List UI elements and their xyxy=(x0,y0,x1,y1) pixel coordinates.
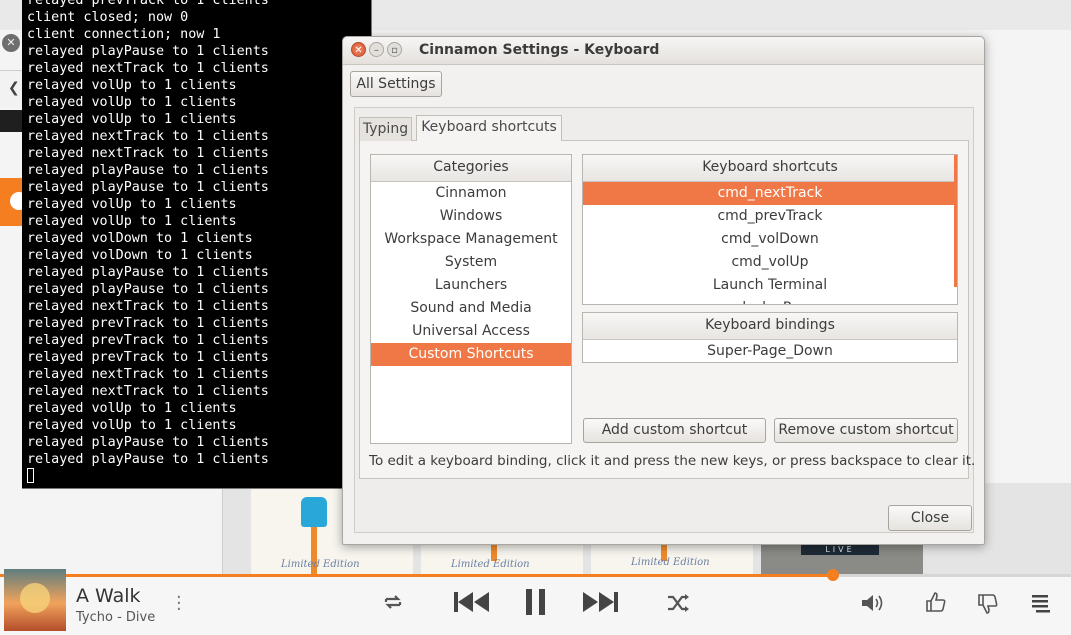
tab-typing[interactable]: Typing xyxy=(359,117,412,141)
terminal-line: relayed nextTrack to 1 clients xyxy=(27,61,269,76)
terminal-line: relayed volUp to 1 clients xyxy=(27,197,237,212)
terminal-line: relayed playPause to 1 clients xyxy=(27,265,269,280)
title-bar[interactable]: ✕ – ▫ Cinnamon Settings - Keyboard xyxy=(343,37,984,65)
track-artist[interactable]: Tycho - Dive xyxy=(76,610,155,625)
category-item[interactable]: Cinnamon xyxy=(371,182,571,205)
terminal-line: relayed volUp to 1 clients xyxy=(27,214,237,229)
terminal-line: relayed nextTrack to 1 clients xyxy=(27,299,269,314)
terminal-line: relayed volUp to 1 clients xyxy=(27,112,237,127)
shortcut-item[interactable]: Launch Terminal xyxy=(583,274,957,297)
bindings-header: Keyboard bindings xyxy=(583,313,957,340)
terminal-line: relayed nextTrack to 1 clients xyxy=(27,384,269,399)
terminal-line: relayed volUp to 1 clients xyxy=(27,95,237,110)
progress-fill xyxy=(0,574,834,577)
add-custom-shortcut-button[interactable]: Add custom shortcut xyxy=(583,418,766,443)
terminal-line: relayed prevTrack to 1 clients xyxy=(27,350,269,365)
category-item[interactable]: System xyxy=(371,251,571,274)
album-badge: LIVE xyxy=(801,545,879,555)
thumbs-up-icon[interactable] xyxy=(924,590,948,614)
terminal-line: relayed prevTrack to 1 clients xyxy=(27,316,269,331)
keyboard-settings-dialog: ✕ – ▫ Cinnamon Settings - Keyboard All S… xyxy=(342,36,985,545)
shortcuts-list: Keyboard shortcuts cmd_nextTrack cmd_prev… xyxy=(582,154,958,305)
terminal-line: relayed volDown to 1 clients xyxy=(27,248,253,263)
category-item[interactable]: Workspace Management xyxy=(371,228,571,251)
shuffle-icon[interactable] xyxy=(666,592,690,614)
shortcut-item[interactable]: cmd_nextTrack xyxy=(583,182,957,205)
queue-icon[interactable] xyxy=(1030,592,1052,614)
terminal-line: relayed prevTrack to 1 clients xyxy=(27,0,269,8)
album-script-text: Limited Edition xyxy=(631,557,710,568)
terminal-line: relayed playPause to 1 clients xyxy=(27,180,269,195)
terminal-line: relayed nextTrack to 1 clients xyxy=(27,129,269,144)
terminal-line: relayed playPause to 1 clients xyxy=(27,435,269,450)
category-item[interactable]: Sound and Media xyxy=(371,297,571,320)
app-logo-tile xyxy=(0,178,28,226)
terminal-line: relayed nextTrack to 1 clients xyxy=(27,146,269,161)
terminal-line: client connection; now 1 xyxy=(27,27,221,42)
terminal-output: relayed prevTrack to 1 clients client clo… xyxy=(27,0,371,468)
maximize-icon[interactable]: ▫ xyxy=(387,42,402,57)
more-vert-icon[interactable]: · · · xyxy=(176,589,182,619)
bindings-list: Keyboard bindings Super-Page_Down xyxy=(582,312,958,363)
category-item[interactable]: Windows xyxy=(371,205,571,228)
next-icon[interactable] xyxy=(580,589,620,615)
categories-list: Categories Cinnamon Windows Workspace Mana… xyxy=(370,154,572,444)
terminal-line: relayed volUp to 1 clients xyxy=(27,418,237,433)
close-icon[interactable]: ✕ xyxy=(351,42,366,57)
close-button[interactable]: Close xyxy=(888,505,972,531)
window-title: Cinnamon Settings - Keyboard xyxy=(419,42,660,58)
shortcut-item[interactable]: cmd_prevTrack xyxy=(583,205,957,228)
guitar-art-icon xyxy=(301,497,327,527)
help-text: To edit a keyboard binding, click it and… xyxy=(369,453,976,469)
binding-item[interactable]: Super-Page_Down xyxy=(583,340,957,362)
track-title[interactable]: A Walk xyxy=(76,585,141,607)
terminal-line: relayed playPause to 1 clients xyxy=(27,282,269,297)
category-item[interactable]: Universal Access xyxy=(371,320,571,343)
scrollbar[interactable] xyxy=(954,155,957,287)
previous-icon[interactable] xyxy=(452,589,492,615)
browser-header-bar xyxy=(0,110,24,132)
pause-icon[interactable] xyxy=(524,587,548,617)
category-item[interactable]: Custom Shortcuts xyxy=(371,343,571,366)
album-script-text: Limited Edition xyxy=(281,559,360,570)
album-script-text: Limited Edition xyxy=(451,559,530,570)
shortcut-item[interactable]: cmd_volDown xyxy=(583,228,957,251)
terminal-line: relayed playPause to 1 clients xyxy=(27,163,269,178)
close-icon[interactable]: ✕ xyxy=(2,34,20,52)
terminal-cursor xyxy=(27,468,34,483)
category-item[interactable]: Launchers xyxy=(371,274,571,297)
remove-custom-shortcut-button[interactable]: Remove custom shortcut xyxy=(774,418,958,443)
all-settings-button[interactable]: All Settings xyxy=(350,71,442,97)
categories-header: Categories xyxy=(371,155,571,182)
volume-icon[interactable] xyxy=(860,592,884,614)
terminal-line: relayed playPause to 1 clients xyxy=(27,44,269,59)
repeat-icon[interactable] xyxy=(381,590,405,614)
terminal-line: relayed prevTrack to 1 clients xyxy=(27,333,269,348)
terminal-line: relayed volUp to 1 clients xyxy=(27,78,237,93)
terminal-line: relayed playPause to 1 clients xyxy=(27,452,269,467)
tab-keyboard-shortcuts[interactable]: Keyboard shortcuts xyxy=(416,115,562,141)
minimize-icon[interactable]: – xyxy=(369,42,384,57)
terminal-line: client closed; now 0 xyxy=(27,10,189,25)
thumbs-down-icon[interactable] xyxy=(976,592,1000,616)
terminal-line: relayed nextTrack to 1 clients xyxy=(27,367,269,382)
shortcut-item[interactable]: cmd_volUp xyxy=(583,251,957,274)
album-cover[interactable] xyxy=(4,569,66,631)
shortcut-item[interactable]: cmd_playPause xyxy=(583,297,957,304)
terminal-line: relayed volDown to 1 clients xyxy=(27,231,253,246)
shortcuts-header: Keyboard shortcuts xyxy=(583,155,957,182)
terminal-line: relayed volUp to 1 clients xyxy=(27,401,237,416)
terminal-window[interactable]: relayed prevTrack to 1 clients client clo… xyxy=(22,0,372,489)
